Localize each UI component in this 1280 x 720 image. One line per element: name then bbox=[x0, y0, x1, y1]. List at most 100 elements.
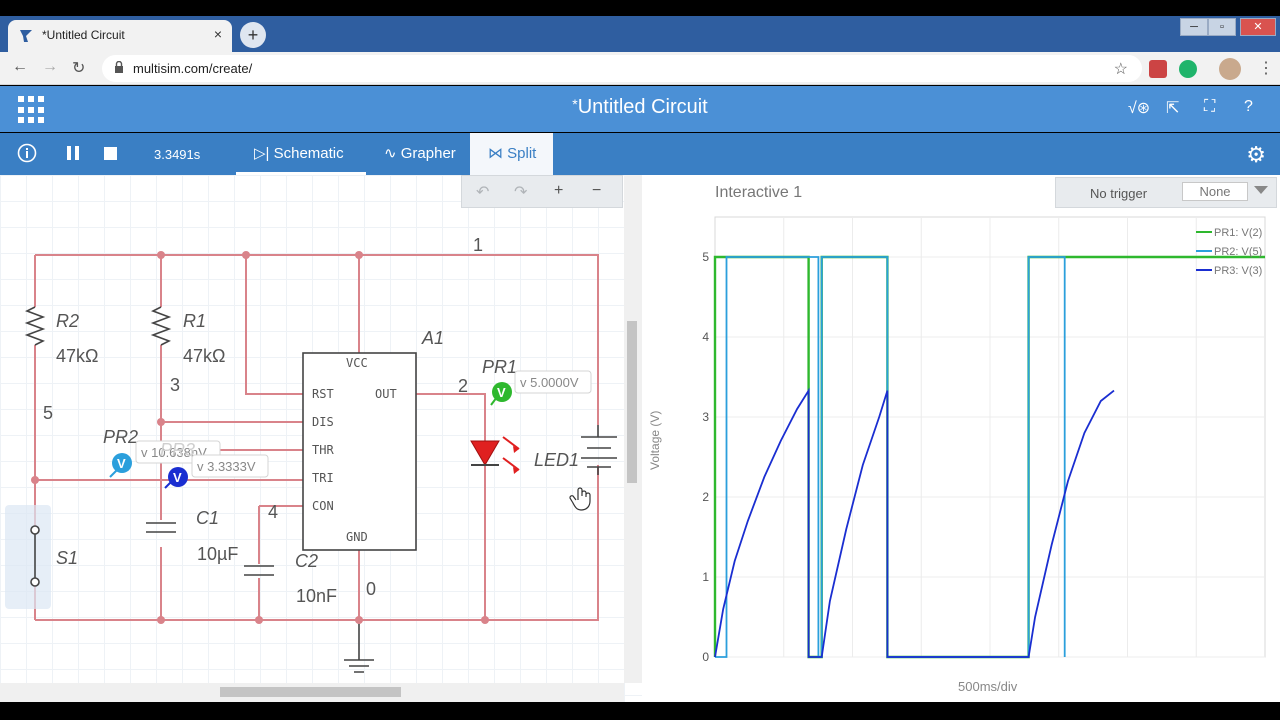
simulation-time: 3.3491s bbox=[154, 147, 201, 162]
pr1-probe-marker: V bbox=[497, 385, 506, 400]
pr1-label: PR1 bbox=[482, 357, 517, 377]
node-4-label: 4 bbox=[268, 502, 278, 522]
led1-label: LED1 bbox=[534, 450, 579, 470]
tab-grapher[interactable]: ∿ Grapher bbox=[366, 133, 470, 175]
tab-schematic-label: Schematic bbox=[273, 145, 344, 162]
c1-value: 10µF bbox=[197, 544, 238, 564]
pr3-label-hidden: PR3 bbox=[160, 440, 195, 460]
schematic-canvas[interactable]: R2 47kΩ R1 47kΩ C1 10µF C2 10nF S1 A1 LE… bbox=[0, 175, 642, 702]
pr2-probe-marker: V bbox=[117, 456, 126, 471]
stop-icon[interactable] bbox=[104, 147, 117, 160]
redo-icon[interactable]: ↷ bbox=[514, 182, 527, 202]
ground-icon bbox=[344, 620, 374, 673]
pin-con: CON bbox=[312, 499, 334, 513]
x-axis-label: 500ms/div bbox=[958, 679, 1018, 694]
vertical-scroll-thumb[interactable] bbox=[627, 321, 637, 483]
battery-icon bbox=[581, 425, 617, 475]
profile-avatar[interactable] bbox=[1219, 58, 1241, 80]
schematic-icon: ▷| bbox=[254, 145, 270, 162]
browser-menu-icon[interactable]: ⋮ bbox=[1258, 58, 1274, 78]
browser-address-bar: ← → ↻ multisim.com/create/ ☆ ⋮ bbox=[0, 52, 1280, 85]
y-tick-label: 4 bbox=[702, 330, 709, 344]
y-tick-label: 3 bbox=[702, 410, 709, 424]
legend-entry: PR1: V(2) bbox=[1214, 227, 1262, 239]
led1-arrowheads bbox=[513, 446, 519, 474]
grammarly-extension-icon[interactable] bbox=[1179, 60, 1197, 78]
tab-split[interactable]: ⋈ Split bbox=[470, 133, 553, 175]
info-icon[interactable] bbox=[17, 143, 37, 163]
r1-resistor bbox=[150, 306, 172, 346]
maximize-window-button[interactable]: ▫ bbox=[1208, 18, 1236, 36]
junction-dots bbox=[31, 251, 489, 624]
y-tick-labels: 0 1 2 3 4 5 bbox=[702, 250, 709, 664]
settings-gear-icon[interactable]: ⚙ bbox=[1246, 142, 1266, 168]
r2-label: R2 bbox=[56, 311, 79, 331]
url-field[interactable]: multisim.com/create/ ☆ bbox=[102, 55, 1142, 82]
new-tab-button[interactable]: + bbox=[240, 22, 266, 48]
hand-cursor-icon bbox=[569, 487, 591, 511]
y-tick-label: 5 bbox=[702, 250, 709, 264]
close-window-button[interactable]: ✕ bbox=[1240, 18, 1276, 36]
pin-vcc: VCC bbox=[346, 356, 368, 370]
pin-out: OUT bbox=[375, 387, 397, 401]
plot-grid bbox=[714, 216, 1266, 658]
pr3-readout: v 3.3333V bbox=[197, 459, 256, 474]
pause-icon[interactable] bbox=[66, 145, 80, 161]
multisim-favicon-icon bbox=[20, 30, 32, 42]
split-icon: ⋈ bbox=[488, 145, 503, 162]
node-0-label: 0 bbox=[366, 579, 376, 599]
s1-switch-highlight[interactable] bbox=[5, 505, 51, 609]
browser-tab-strip: *Untitled Circuit × + ─ ▫ ✕ bbox=[0, 16, 1280, 52]
fullscreen-icon[interactable]: ⛶ bbox=[1204, 98, 1215, 116]
y-tick-label: 1 bbox=[702, 570, 709, 584]
back-arrow-icon[interactable]: ← bbox=[12, 58, 28, 76]
horizontal-scroll-thumb[interactable] bbox=[220, 687, 401, 697]
voltage-plot[interactable]: 0 1 2 3 4 5 PR1: V(2) PR2: V(5) PR3: V(3) bbox=[642, 175, 1280, 670]
tab-grapher-label: Grapher bbox=[400, 145, 456, 162]
bookmark-star-icon[interactable]: ☆ bbox=[1114, 59, 1128, 79]
pin-rst: RST bbox=[312, 387, 334, 401]
s1-terminal-bottom bbox=[30, 577, 40, 587]
schematic-drawing[interactable]: R2 47kΩ R1 47kΩ C1 10µF C2 10nF S1 A1 LE… bbox=[0, 175, 624, 683]
app-header: *Untitled Circuit √⊛ ⇱ ⛶ ? bbox=[0, 86, 1280, 132]
a1-label: A1 bbox=[421, 328, 444, 348]
browser-tab[interactable]: *Untitled Circuit × bbox=[8, 20, 232, 52]
zoom-in-button[interactable]: + bbox=[554, 182, 563, 200]
r2-value: 47kΩ bbox=[56, 346, 98, 366]
grapher-panel: Interactive 1 No trigger None Voltage (V… bbox=[642, 175, 1280, 702]
c2-value: 10nF bbox=[296, 586, 337, 606]
legend-entry: PR3: V(3) bbox=[1214, 265, 1262, 277]
y-tick-label: 2 bbox=[702, 490, 709, 504]
close-tab-icon[interactable]: × bbox=[214, 26, 222, 42]
url-text: multisim.com/create/ bbox=[133, 61, 253, 76]
pdf-extension-icon[interactable] bbox=[1149, 60, 1167, 78]
browser-tab-title: *Untitled Circuit bbox=[42, 28, 125, 42]
help-icon[interactable]: ? bbox=[1244, 98, 1253, 116]
minimize-window-button[interactable]: ─ bbox=[1180, 18, 1208, 36]
node-1-label: 1 bbox=[473, 235, 483, 255]
r1-value: 47kΩ bbox=[183, 346, 225, 366]
led1-diode[interactable] bbox=[470, 440, 500, 466]
pr2-label: PR2 bbox=[103, 427, 138, 447]
y-tick-label: 0 bbox=[702, 650, 709, 664]
forward-arrow-icon[interactable]: → bbox=[42, 58, 58, 76]
c2-capacitor bbox=[244, 565, 274, 576]
reload-icon[interactable]: ↻ bbox=[72, 58, 85, 78]
undo-icon[interactable]: ↶ bbox=[476, 182, 489, 202]
r1-label: R1 bbox=[183, 311, 206, 331]
grapher-icon: ∿ bbox=[384, 145, 397, 162]
node-3-label: 3 bbox=[170, 375, 180, 395]
share-icon[interactable]: ⇱ bbox=[1166, 98, 1179, 118]
circuit-title-text: Untitled Circuit bbox=[577, 96, 708, 118]
r2-resistor bbox=[24, 306, 46, 346]
tab-schematic[interactable]: ▷| Schematic bbox=[236, 133, 366, 175]
pin-dis: DIS bbox=[312, 415, 334, 429]
pin-tri: TRI bbox=[312, 471, 334, 485]
circuit-title[interactable]: *Untitled Circuit bbox=[0, 96, 1280, 119]
pr1-readout: v 5.0000V bbox=[520, 375, 579, 390]
led1-light-arrows bbox=[502, 436, 520, 471]
zoom-out-button[interactable]: − bbox=[592, 182, 601, 200]
zoom-toolbar: ↶ ↷ + − bbox=[461, 175, 623, 208]
formula-icon[interactable]: √⊛ bbox=[1128, 98, 1150, 118]
legend-entry: PR2: V(5) bbox=[1214, 246, 1262, 258]
